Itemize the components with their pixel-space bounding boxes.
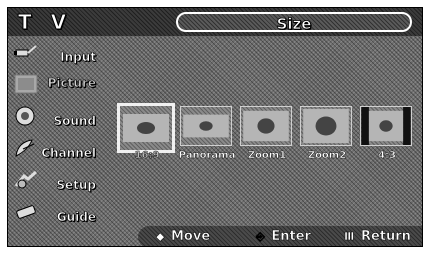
- sidebar-item-setup[interactable]: Setup: [8, 166, 100, 198]
- sidebar-item-label: Channel: [41, 146, 96, 161]
- sidebar: Input Picture Sound Channel Setup Guide: [8, 38, 100, 243]
- sidebar-item-label: Setup: [56, 178, 96, 193]
- sidebar-item-channel[interactable]: Channel: [8, 134, 100, 166]
- sidebar-item-input[interactable]: Input: [8, 38, 100, 70]
- size-option-panorama[interactable]: Panorama: [176, 100, 236, 170]
- size-option-16-9[interactable]: 16:9: [116, 100, 175, 170]
- title-bar: T V Size: [8, 8, 422, 36]
- sidebar-item-guide[interactable]: Guide: [8, 198, 100, 230]
- size-options-panel: 16:9 Panorama Zoom1 Zoom2 4:3: [104, 38, 422, 220]
- return-hint-label: Return: [360, 229, 411, 245]
- panorama-screen-icon: [180, 106, 232, 146]
- size-option-label: 16:9: [134, 150, 160, 161]
- size-option-label: 4:3: [378, 150, 396, 161]
- zoom1-screen-icon: [240, 106, 292, 146]
- size-option-label: Zoom1: [247, 150, 287, 161]
- menu-title: Size: [276, 15, 312, 33]
- size-options: 16:9 Panorama Zoom1 Zoom2 4:3: [116, 100, 416, 170]
- picture-icon: [14, 74, 38, 94]
- enter-icon: ⎆: [256, 230, 265, 244]
- sidebar-item-label: Guide: [56, 210, 96, 225]
- enter-hint: ⎆ Enter: [256, 229, 311, 245]
- return-icon: Ⅲ: [344, 230, 355, 244]
- move-hint-label: Move: [171, 229, 211, 245]
- move-arrows-icon: ◆: [156, 230, 165, 244]
- size-option-label: Panorama: [178, 150, 236, 161]
- tv-menu-screen: T V Size Input Picture Sound Channel Set…: [7, 7, 423, 247]
- size-option-label: Zoom2: [307, 150, 347, 161]
- size-option-zoom2[interactable]: Zoom2: [296, 100, 354, 170]
- footer-hint-bar: ◆ Move ⎆ Enter Ⅲ Return: [138, 226, 422, 246]
- size-option-zoom1[interactable]: Zoom1: [236, 100, 294, 170]
- sidebar-item-label: Picture: [47, 76, 96, 91]
- wide-screen-icon: [117, 103, 175, 153]
- speaker-icon: [15, 106, 35, 126]
- sidebar-item-label: Input: [60, 50, 96, 65]
- app-title: T V: [17, 10, 73, 35]
- zoom2-screen-icon: [300, 106, 352, 146]
- standard-screen-icon: [360, 106, 412, 146]
- input-plug-icon: [14, 45, 37, 57]
- sidebar-item-sound[interactable]: Sound: [8, 102, 100, 134]
- enter-hint-label: Enter: [271, 229, 311, 245]
- sidebar-item-label: Sound: [53, 114, 96, 129]
- return-hint: Ⅲ Return: [344, 229, 411, 245]
- move-hint: ◆ Move: [156, 229, 211, 245]
- guide-remote-icon: [16, 205, 36, 219]
- satellite-dish-icon: [15, 139, 35, 157]
- menu-title-pill: Size: [176, 12, 412, 32]
- setup-icon: [14, 170, 37, 189]
- size-option-4-3[interactable]: 4:3: [356, 100, 414, 170]
- sidebar-item-picture[interactable]: Picture: [8, 70, 100, 102]
